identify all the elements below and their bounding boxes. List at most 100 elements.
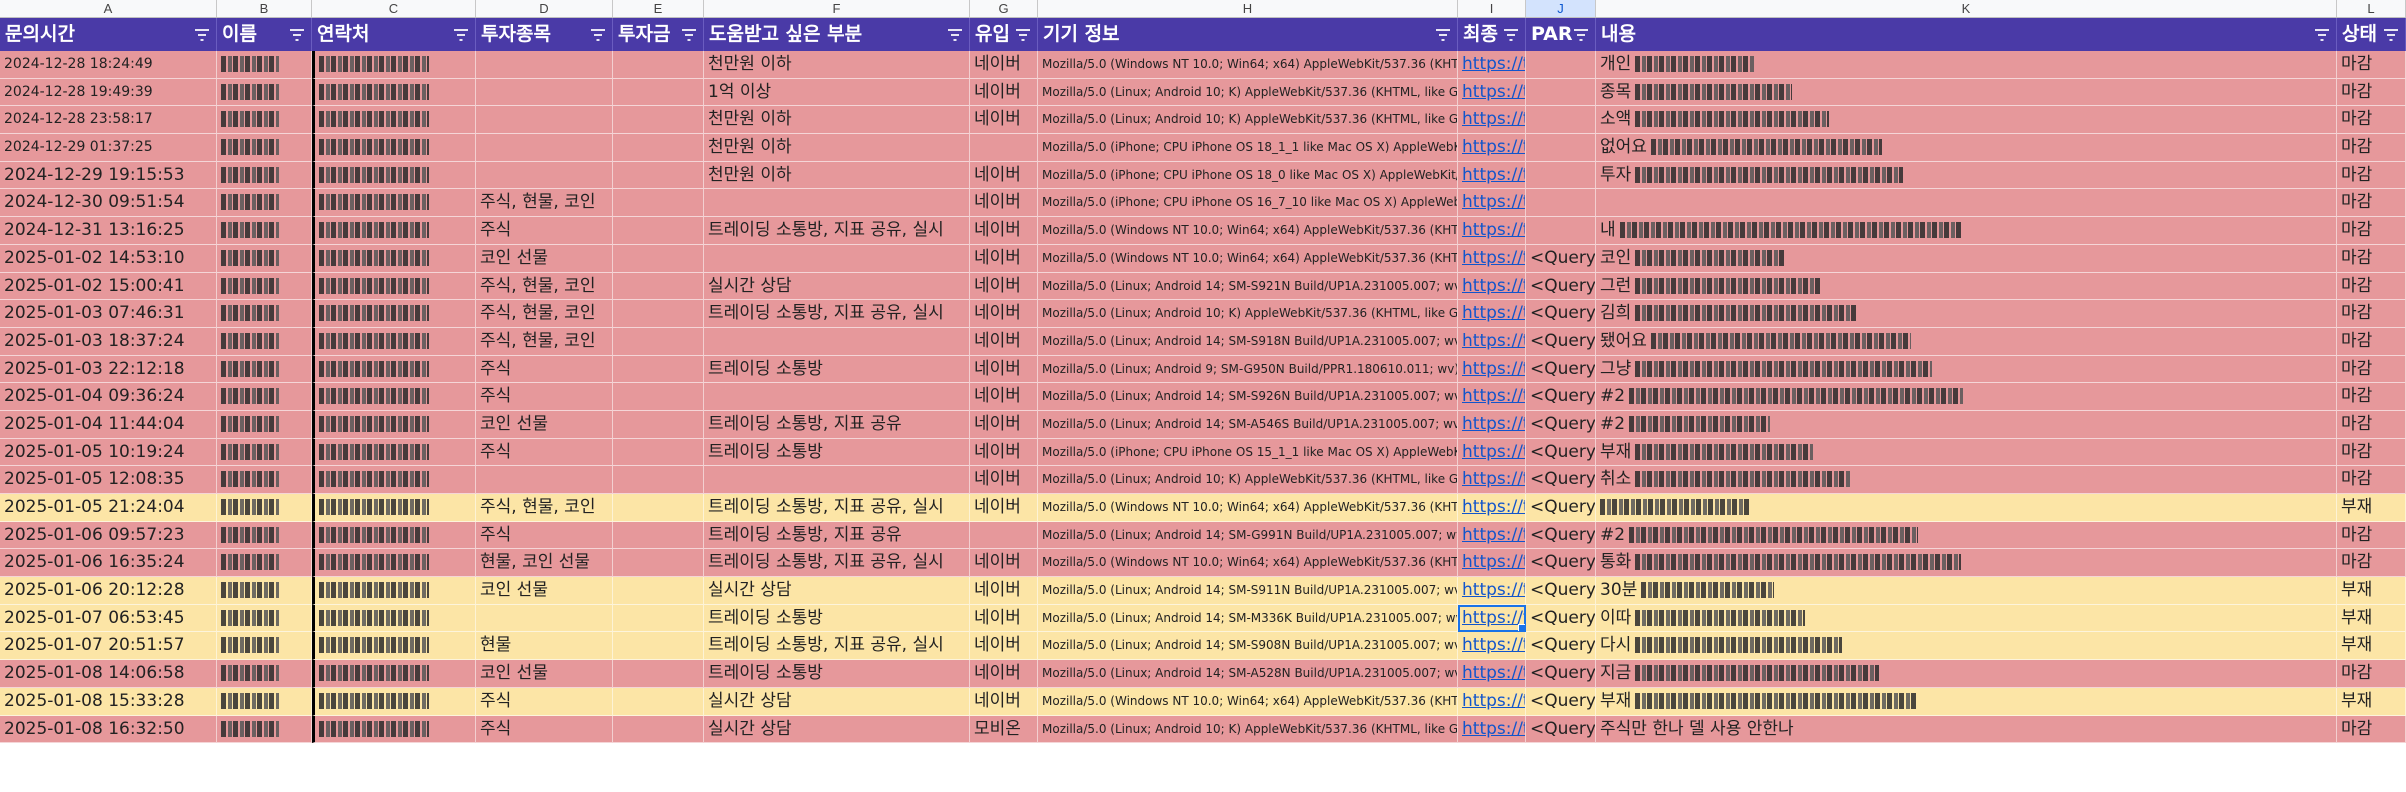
cell-amount[interactable] — [613, 78, 704, 107]
cell-status[interactable]: 마감 — [2337, 327, 2406, 356]
cell-ua[interactable]: Mozilla/5.0 (Linux; Android 10; K) Apple… — [1038, 466, 1458, 494]
cell-help[interactable]: 실시간 상담 — [704, 577, 970, 605]
cell-ua[interactable]: Mozilla/5.0 (Windows NT 10.0; Win64; x64… — [1038, 687, 1458, 716]
cell-name[interactable] — [217, 189, 312, 218]
cell-name[interactable] — [217, 604, 312, 633]
cell-ua[interactable]: Mozilla/5.0 (Linux; Android 10; K) Apple… — [1038, 78, 1458, 107]
cell-par[interactable]: <QueryI — [1526, 438, 1596, 467]
cell-time[interactable]: 2025-01-06 16:35:24 — [0, 549, 217, 578]
cell-src[interactable]: 네이버 — [970, 300, 1038, 328]
cell-src[interactable]: 네이버 — [970, 327, 1038, 356]
cell-amount[interactable] — [613, 161, 704, 190]
cell-help[interactable]: 트레이딩 소통방, 지표 공유, 실시 — [704, 632, 970, 661]
cell-phone[interactable] — [312, 300, 476, 328]
cell-status[interactable]: 마감 — [2337, 715, 2406, 744]
cell-par[interactable]: <QueryI — [1526, 687, 1596, 716]
cell-help[interactable]: 트레이딩 소통방, 지표 공유, 실시 — [704, 549, 970, 578]
cell-help[interactable]: 트레이딩 소통방, 지표 공유 — [704, 410, 970, 439]
header-cell[interactable]: 도움받고 싶은 부분 — [704, 18, 970, 51]
cell-kind[interactable]: 주식, 현물, 코인 — [476, 494, 613, 522]
cell-src[interactable]: 네이버 — [970, 549, 1038, 578]
cell-kind[interactable] — [476, 161, 613, 190]
selection-handle[interactable] — [1518, 624, 1525, 632]
cell-status[interactable]: 부재 — [2337, 687, 2406, 716]
cell-ua[interactable]: Mozilla/5.0 (Linux; Android 14; SM-G991N… — [1038, 521, 1458, 550]
cell-kind[interactable]: 주식 — [476, 521, 613, 550]
column-letter-e[interactable]: E — [613, 0, 704, 17]
cell-url[interactable]: https://tc — [1458, 51, 1526, 79]
cell-phone[interactable] — [312, 51, 476, 79]
cell-time[interactable]: 2025-01-02 15:00:41 — [0, 272, 217, 301]
cell-ua[interactable]: Mozilla/5.0 (iPhone; CPU iPhone OS 18_1_… — [1038, 134, 1458, 162]
cell-name[interactable] — [217, 134, 312, 162]
cell-url[interactable]: https://tc — [1458, 383, 1526, 411]
cell-kind[interactable]: 주식 — [476, 715, 613, 744]
cell-kind[interactable]: 주식, 현물, 코인 — [476, 189, 613, 218]
cell-url[interactable]: https://tc — [1458, 632, 1526, 661]
cell-par[interactable] — [1526, 78, 1596, 107]
cell-amount[interactable] — [613, 272, 704, 301]
cell-help[interactable] — [704, 244, 970, 273]
cell-src[interactable]: 네이버 — [970, 272, 1038, 301]
cell-url[interactable]: https://tc — [1458, 106, 1526, 135]
cell-par[interactable]: <QueryI — [1526, 383, 1596, 411]
cell-amount[interactable] — [613, 383, 704, 411]
cell-help[interactable] — [704, 327, 970, 356]
cell-ua[interactable]: Mozilla/5.0 (Windows NT 10.0; Win64; x64… — [1038, 549, 1458, 578]
cell-time[interactable]: 2024-12-29 01:37:25 — [0, 134, 217, 162]
cell-amount[interactable] — [613, 327, 704, 356]
column-letter-b[interactable]: B — [217, 0, 312, 17]
cell-par[interactable]: <QueryI — [1526, 272, 1596, 301]
cell-name[interactable] — [217, 715, 312, 744]
cell-amount[interactable] — [613, 715, 704, 744]
cell-name[interactable] — [217, 272, 312, 301]
cell-url[interactable]: https://tc — [1458, 604, 1526, 633]
cell-url[interactable]: https://tc — [1458, 660, 1526, 688]
cell-kind[interactable]: 주식 — [476, 438, 613, 467]
column-letter-k[interactable]: K — [1596, 0, 2337, 17]
cell-phone[interactable] — [312, 466, 476, 494]
cell-time[interactable]: 2025-01-05 21:24:04 — [0, 494, 217, 522]
cell-amount[interactable] — [613, 521, 704, 550]
cell-ua[interactable]: Mozilla/5.0 (Linux; Android 10; K) Apple… — [1038, 300, 1458, 328]
cell-kind[interactable]: 코인 선물 — [476, 660, 613, 688]
header-cell[interactable]: 상태 — [2337, 18, 2406, 51]
cell-status[interactable]: 마감 — [2337, 78, 2406, 107]
cell-help[interactable]: 트레이딩 소통방, 지표 공유, 실시 — [704, 300, 970, 328]
cell-kind[interactable]: 현물, 코인 선물 — [476, 549, 613, 578]
cell-src[interactable]: 네이버 — [970, 189, 1038, 218]
cell-url[interactable]: https://tc — [1458, 217, 1526, 245]
cell-url[interactable]: https://tc — [1458, 715, 1526, 744]
cell-ua[interactable]: Mozilla/5.0 (Linux; Android 14; SM-M336K… — [1038, 604, 1458, 633]
cell-par[interactable]: <QueryI — [1526, 632, 1596, 661]
header-cell[interactable]: 문의시간 — [0, 18, 217, 51]
cell-src[interactable]: 네이버 — [970, 577, 1038, 605]
cell-name[interactable] — [217, 660, 312, 688]
cell-content[interactable]: 종목 — [1596, 78, 2337, 107]
cell-name[interactable] — [217, 632, 312, 661]
cell-status[interactable]: 부재 — [2337, 577, 2406, 605]
cell-kind[interactable]: 주식 — [476, 355, 613, 384]
cell-time[interactable]: 2025-01-05 10:19:24 — [0, 438, 217, 467]
cell-par[interactable]: <QueryI — [1526, 660, 1596, 688]
cell-content[interactable]: 소액 — [1596, 106, 2337, 135]
cell-url[interactable]: https://tc — [1458, 494, 1526, 522]
cell-par[interactable] — [1526, 106, 1596, 135]
cell-ua[interactable]: Mozilla/5.0 (Linux; Android 14; SM-A546S… — [1038, 410, 1458, 439]
column-letter-c[interactable]: C — [312, 0, 476, 17]
cell-content[interactable]: #2 — [1596, 410, 2337, 439]
cell-help[interactable]: 1억 이상 — [704, 78, 970, 107]
cell-time[interactable]: 2025-01-06 09:57:23 — [0, 521, 217, 550]
cell-amount[interactable] — [613, 549, 704, 578]
cell-status[interactable]: 마감 — [2337, 134, 2406, 162]
cell-content[interactable]: 다시 — [1596, 632, 2337, 661]
cell-time[interactable]: 2025-01-04 11:44:04 — [0, 410, 217, 439]
cell-help[interactable] — [704, 189, 970, 218]
cell-time[interactable]: 2024-12-31 13:16:25 — [0, 217, 217, 245]
cell-content[interactable]: #2 — [1596, 383, 2337, 411]
filter-icon[interactable] — [681, 29, 697, 41]
header-cell[interactable]: 최종 — [1458, 18, 1526, 51]
cell-time[interactable]: 2025-01-07 06:53:45 — [0, 604, 217, 633]
cell-ua[interactable]: Mozilla/5.0 (Linux; Android 9; SM-G950N … — [1038, 355, 1458, 384]
cell-src[interactable]: 네이버 — [970, 161, 1038, 190]
